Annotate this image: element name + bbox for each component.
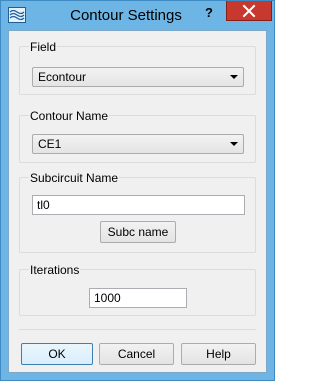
close-icon xyxy=(242,4,256,18)
dialog-body: Field Econtour Contour Name CE1 Subcircu… xyxy=(8,30,267,373)
iterations-group: Iterations 1000 xyxy=(19,263,256,316)
iterations-input[interactable]: 1000 xyxy=(89,288,187,308)
field-group-label: Field xyxy=(29,40,58,54)
chevron-down-icon xyxy=(230,75,238,79)
close-button[interactable] xyxy=(226,1,272,21)
ok-button[interactable]: OK xyxy=(21,343,93,365)
subcircuit-name-group-label: Subcircuit Name xyxy=(29,171,120,185)
chevron-down-icon xyxy=(230,142,238,146)
help-question-button[interactable]: ? xyxy=(197,3,221,23)
contour-name-group-label: Contour Name xyxy=(29,109,110,123)
cancel-button[interactable]: Cancel xyxy=(99,343,174,365)
iterations-group-label: Iterations xyxy=(29,263,81,277)
subcircuit-name-input[interactable]: tl0 xyxy=(32,195,245,215)
title-bar[interactable]: Contour Settings ? xyxy=(1,1,274,30)
contour-name-dropdown[interactable]: CE1 xyxy=(32,134,244,154)
contour-name-dropdown-value: CE1 xyxy=(38,137,62,151)
field-dropdown-value: Econtour xyxy=(38,70,87,84)
field-dropdown[interactable]: Econtour xyxy=(32,67,244,87)
subcircuit-name-group: Subcircuit Name tl0 Subc name xyxy=(19,171,256,253)
contour-settings-window: Contour Settings ? Field Econtour Contou… xyxy=(0,0,275,381)
field-group: Field Econtour xyxy=(19,40,256,95)
contour-name-group: Contour Name CE1 xyxy=(19,109,256,163)
bottom-separator xyxy=(19,329,256,330)
subc-name-button[interactable]: Subc name xyxy=(100,221,176,243)
help-button[interactable]: Help xyxy=(181,343,256,365)
